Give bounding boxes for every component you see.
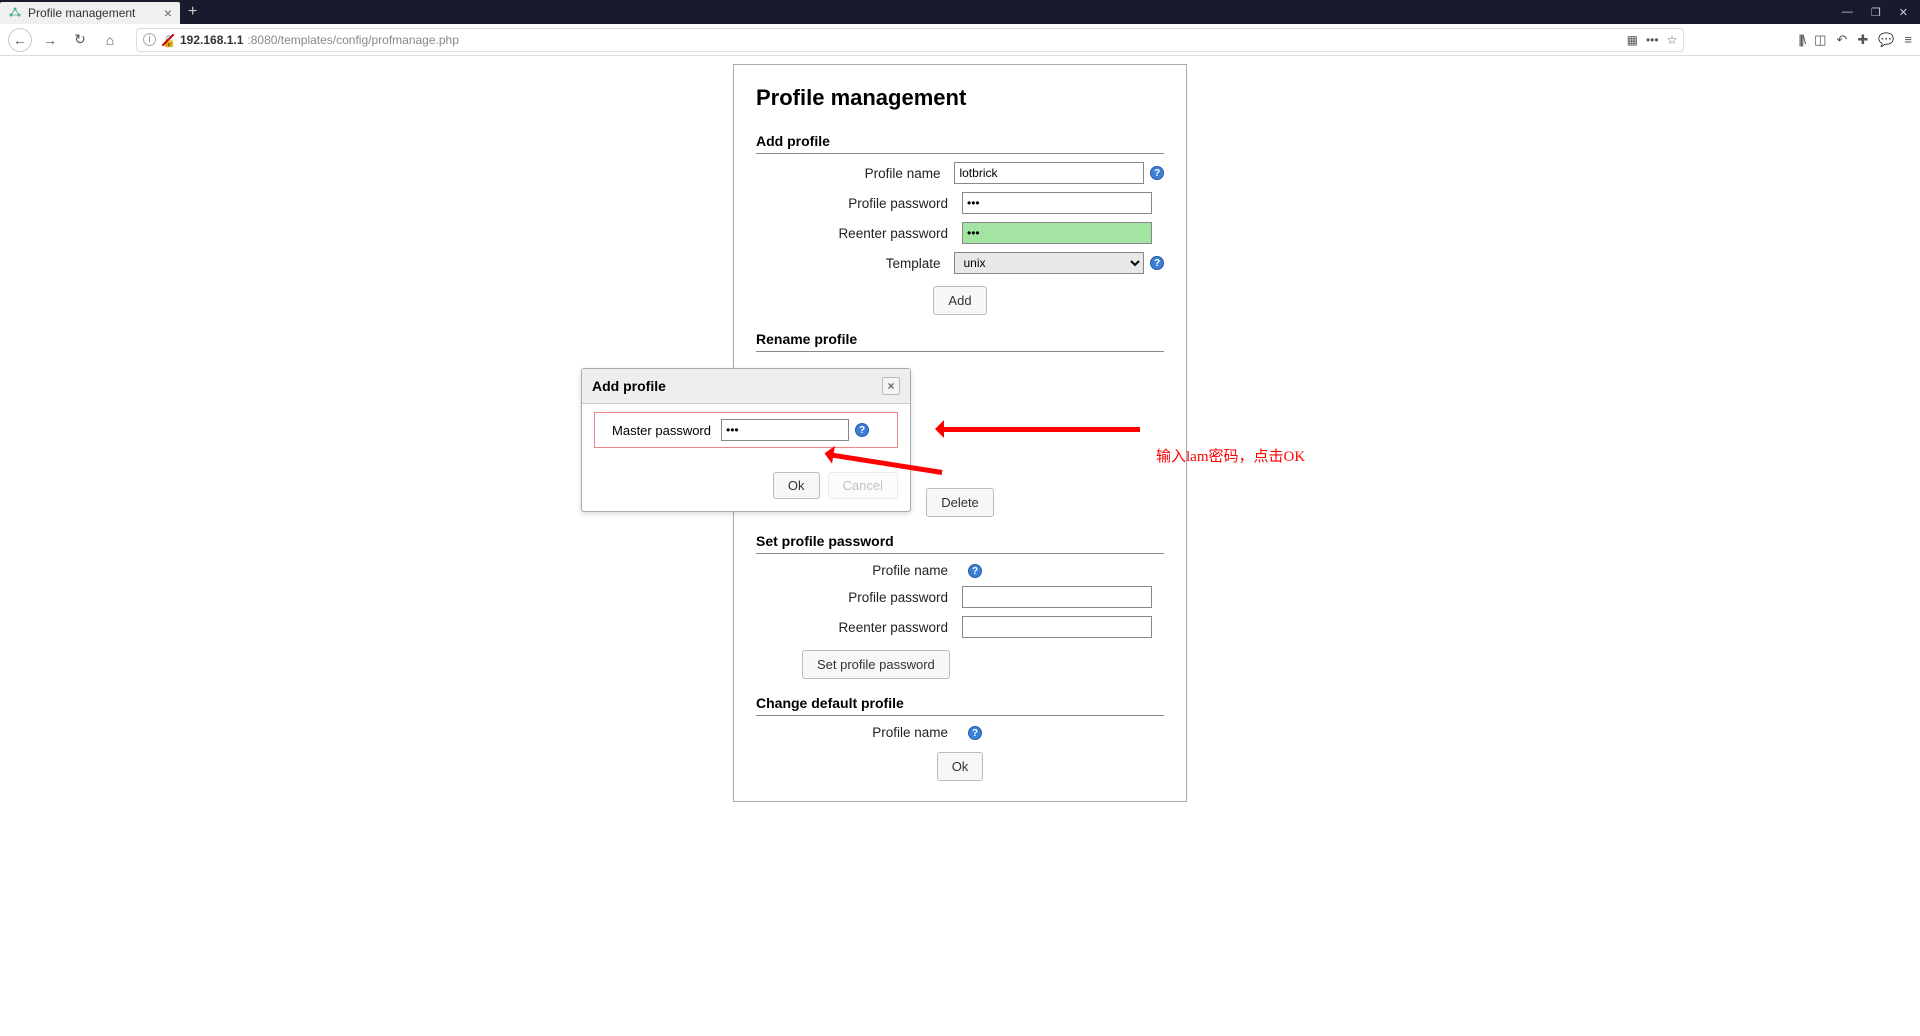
input-reenter-password[interactable] (962, 222, 1152, 244)
section-setpwd-heading: Set profile password (756, 533, 1164, 554)
label-setpwd-profile-password: Profile password (756, 590, 962, 605)
home-button[interactable]: ⌂ (98, 28, 122, 52)
section-rename-heading: Rename profile (756, 331, 1164, 352)
help-icon[interactable]: ? (1150, 166, 1164, 180)
page-viewport: Profile management Add profile Profile n… (0, 56, 1920, 1036)
dialog-title: Add profile (592, 378, 666, 394)
select-template[interactable]: unix (954, 252, 1144, 274)
add-profile-dialog: Add profile × Master password ? Ok Cance… (581, 368, 911, 512)
dialog-header[interactable]: Add profile × (582, 369, 910, 404)
label-reenter-password: Reenter password (756, 226, 962, 241)
page-title: Profile management (756, 85, 1164, 111)
window-minimize-icon[interactable]: — (1842, 6, 1853, 19)
label-profile-password: Profile password (756, 196, 962, 211)
tab-close-icon[interactable]: × (164, 5, 172, 21)
delete-button[interactable]: Delete (926, 488, 994, 517)
help-icon[interactable]: ? (968, 726, 982, 740)
label-profile-name: Profile name (756, 166, 954, 181)
tab-favicon (8, 6, 22, 20)
help-icon[interactable]: ? (1150, 256, 1164, 270)
forward-button[interactable]: → (38, 28, 62, 52)
label-setpwd-reenter: Reenter password (756, 620, 962, 635)
browser-tab[interactable]: Profile management × (0, 2, 180, 24)
annotation-text: 输入lam密码，点击OK (1156, 445, 1305, 466)
add-button[interactable]: Add (933, 286, 986, 315)
input-setpwd-password[interactable] (962, 586, 1152, 608)
dialog-close-icon[interactable]: × (882, 377, 900, 395)
annotation-arrow-icon (940, 427, 1140, 432)
ok-button[interactable]: Ok (937, 752, 984, 781)
page-actions-icon[interactable]: ••• (1646, 33, 1659, 47)
input-master-password[interactable] (721, 419, 849, 441)
browser-tabbar: Profile management × + — ❐ ✕ (0, 0, 1920, 24)
label-template: Template (756, 256, 954, 271)
window-close-icon[interactable]: ✕ (1899, 6, 1908, 19)
dialog-master-password-row: Master password ? (594, 412, 898, 448)
undo-icon[interactable]: ↶ (1836, 32, 1847, 48)
url-bar[interactable]: i 192.168.1.1:8080/templates/config/prof… (136, 28, 1684, 52)
new-tab-button[interactable]: + (180, 3, 205, 21)
window-maximize-icon[interactable]: ❐ (1871, 6, 1881, 19)
input-profile-name[interactable] (954, 162, 1144, 184)
input-setpwd-reenter[interactable] (962, 616, 1152, 638)
menu-icon[interactable]: ≡ (1904, 32, 1912, 47)
tab-title: Profile management (28, 6, 164, 20)
set-password-button[interactable]: Set profile password (802, 650, 950, 679)
library-icon[interactable]: |||\ (1798, 32, 1804, 47)
back-button[interactable]: ← (8, 28, 32, 52)
bookmark-star-icon[interactable]: ☆ (1667, 33, 1678, 47)
section-add-heading: Add profile (756, 133, 1164, 154)
chat-icon[interactable]: 💬 (1878, 32, 1894, 48)
label-setpwd-profile-name: Profile name (756, 563, 962, 578)
label-master-password: Master password (603, 423, 721, 438)
url-text: 192.168.1.1:8080/templates/config/profma… (180, 33, 1621, 47)
label-default-profile-name: Profile name (756, 725, 962, 740)
dialog-cancel-button[interactable]: Cancel (828, 472, 898, 499)
info-icon[interactable]: i (143, 33, 156, 46)
sidebar-icon[interactable]: ◫ (1814, 32, 1826, 48)
browser-toolbar: ← → ↻ ⌂ i 192.168.1.1:8080/templates/con… (0, 24, 1920, 56)
input-profile-password[interactable] (962, 192, 1152, 214)
dialog-ok-button[interactable]: Ok (773, 472, 820, 499)
help-icon[interactable]: ? (855, 423, 869, 437)
help-icon[interactable]: ? (968, 564, 982, 578)
insecure-lock-icon (162, 34, 174, 46)
extension-icon[interactable]: ✚ (1857, 32, 1868, 48)
qr-icon[interactable]: ▦ (1627, 33, 1638, 47)
reload-button[interactable]: ↻ (68, 28, 92, 52)
section-default-heading: Change default profile (756, 695, 1164, 716)
